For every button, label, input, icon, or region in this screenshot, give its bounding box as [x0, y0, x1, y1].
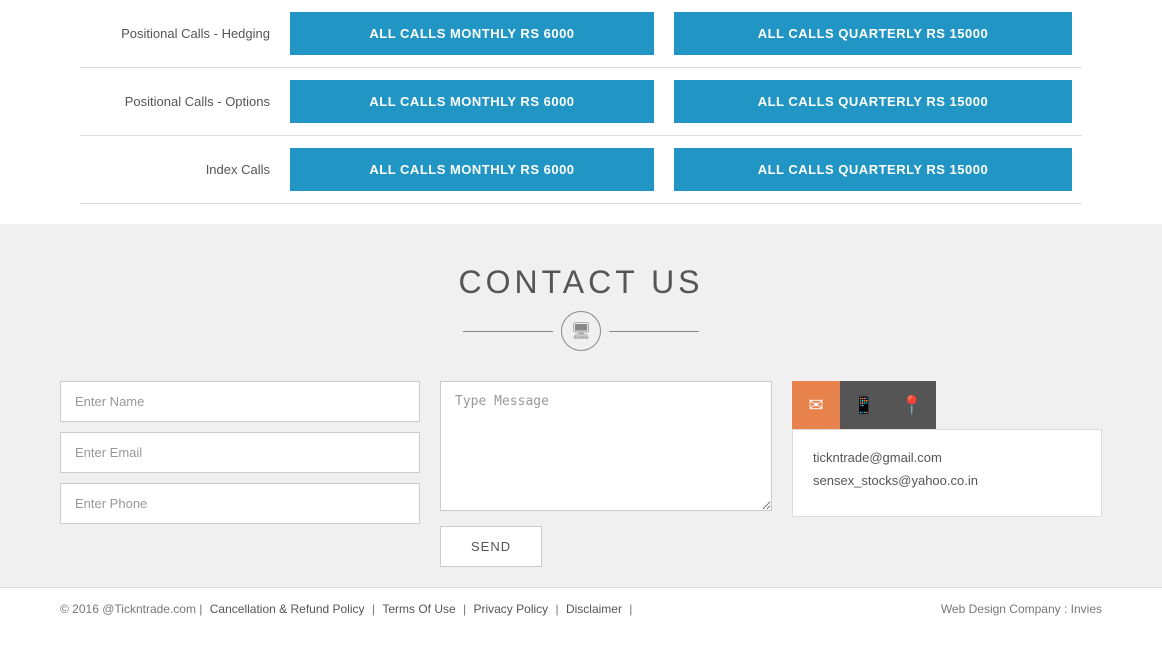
row-label: Index Calls [80, 136, 280, 204]
quarterly-button[interactable]: ALL CALLS QUARTERLY RS 15000 [674, 148, 1072, 191]
quarterly-btn-cell: ALL CALLS QUARTERLY RS 15000 [664, 0, 1082, 68]
email2-text: sensex_stocks@yahoo.co.in [813, 473, 1081, 488]
footer-link[interactable]: Disclaimer [566, 602, 622, 616]
message-input[interactable] [440, 381, 772, 511]
location-icon-button[interactable]: 📍 [888, 381, 936, 429]
email-input[interactable] [60, 432, 420, 473]
footer-link[interactable]: Privacy Policy [473, 602, 548, 616]
contact-form-row: SEND ✉ 📱 📍 tickntrade@gmail.com sensex_s… [60, 381, 1102, 567]
location-icon: 📍 [901, 395, 923, 416]
phone-icon: 📱 [853, 395, 875, 416]
contact-left [60, 381, 420, 524]
pricing-row: Positional Calls - Options ALL CALLS MON… [80, 68, 1082, 136]
contact-title: CONTACT US [60, 264, 1102, 301]
quarterly-btn-cell: ALL CALLS QUARTERLY RS 15000 [664, 68, 1082, 136]
footer-link[interactable]: Cancellation & Refund Policy [210, 602, 365, 616]
monthly-button[interactable]: ALL CALLS MONTHLY RS 6000 [290, 80, 654, 123]
quarterly-button[interactable]: ALL CALLS QUARTERLY RS 15000 [674, 12, 1072, 55]
contact-middle: SEND [440, 381, 772, 567]
monthly-button[interactable]: ALL CALLS MONTHLY RS 6000 [290, 12, 654, 55]
email-icon-button[interactable]: ✉ [792, 381, 840, 429]
email-icon: ✉ [808, 395, 823, 416]
divider-line-left [463, 331, 553, 332]
row-label: Positional Calls - Hedging [80, 0, 280, 68]
quarterly-button[interactable]: ALL CALLS QUARTERLY RS 15000 [674, 80, 1072, 123]
monitor-icon: 🖥 [561, 311, 601, 351]
quarterly-btn-cell: ALL CALLS QUARTERLY RS 15000 [664, 136, 1082, 204]
monthly-btn-cell: ALL CALLS MONTHLY RS 6000 [280, 0, 664, 68]
send-button[interactable]: SEND [440, 526, 542, 567]
row-label: Positional Calls - Options [80, 68, 280, 136]
footer-links: Cancellation & Refund Policy | Terms Of … [206, 602, 633, 616]
name-input[interactable] [60, 381, 420, 422]
copyright-text: © 2016 @Tickntrade.com | [60, 602, 202, 616]
monthly-btn-cell: ALL CALLS MONTHLY RS 6000 [280, 136, 664, 204]
send-btn-wrapper: SEND [440, 526, 772, 567]
contact-title-wrapper: CONTACT US 🖥 [60, 264, 1102, 351]
monthly-btn-cell: ALL CALLS MONTHLY RS 6000 [280, 68, 664, 136]
pricing-section: Positional Calls - Hedging ALL CALLS MON… [0, 0, 1162, 224]
contact-right: ✉ 📱 📍 tickntrade@gmail.com sensex_stocks… [792, 381, 1102, 517]
phone-icon-button[interactable]: 📱 [840, 381, 888, 429]
web-design-text: Web Design Company : Invies [941, 602, 1102, 616]
pricing-row: Positional Calls - Hedging ALL CALLS MON… [80, 0, 1082, 68]
email1-text: tickntrade@gmail.com [813, 450, 1081, 465]
divider-line-right [609, 331, 699, 332]
monthly-button[interactable]: ALL CALLS MONTHLY RS 6000 [290, 148, 654, 191]
contact-info-box: tickntrade@gmail.com sensex_stocks@yahoo… [792, 429, 1102, 517]
contact-section: CONTACT US 🖥 SEND ✉ 📱 [0, 224, 1162, 587]
pricing-table: Positional Calls - Hedging ALL CALLS MON… [80, 0, 1082, 204]
pricing-row: Index Calls ALL CALLS MONTHLY RS 6000 AL… [80, 136, 1082, 204]
phone-input[interactable] [60, 483, 420, 524]
contact-divider: 🖥 [60, 311, 1102, 351]
footer-left: © 2016 @Tickntrade.com | Cancellation & … [60, 602, 632, 616]
footer-right: Web Design Company : Invies [941, 602, 1102, 616]
contact-icons-row: ✉ 📱 📍 [792, 381, 1102, 429]
footer-link[interactable]: Terms Of Use [382, 602, 455, 616]
footer: © 2016 @Tickntrade.com | Cancellation & … [0, 587, 1162, 630]
